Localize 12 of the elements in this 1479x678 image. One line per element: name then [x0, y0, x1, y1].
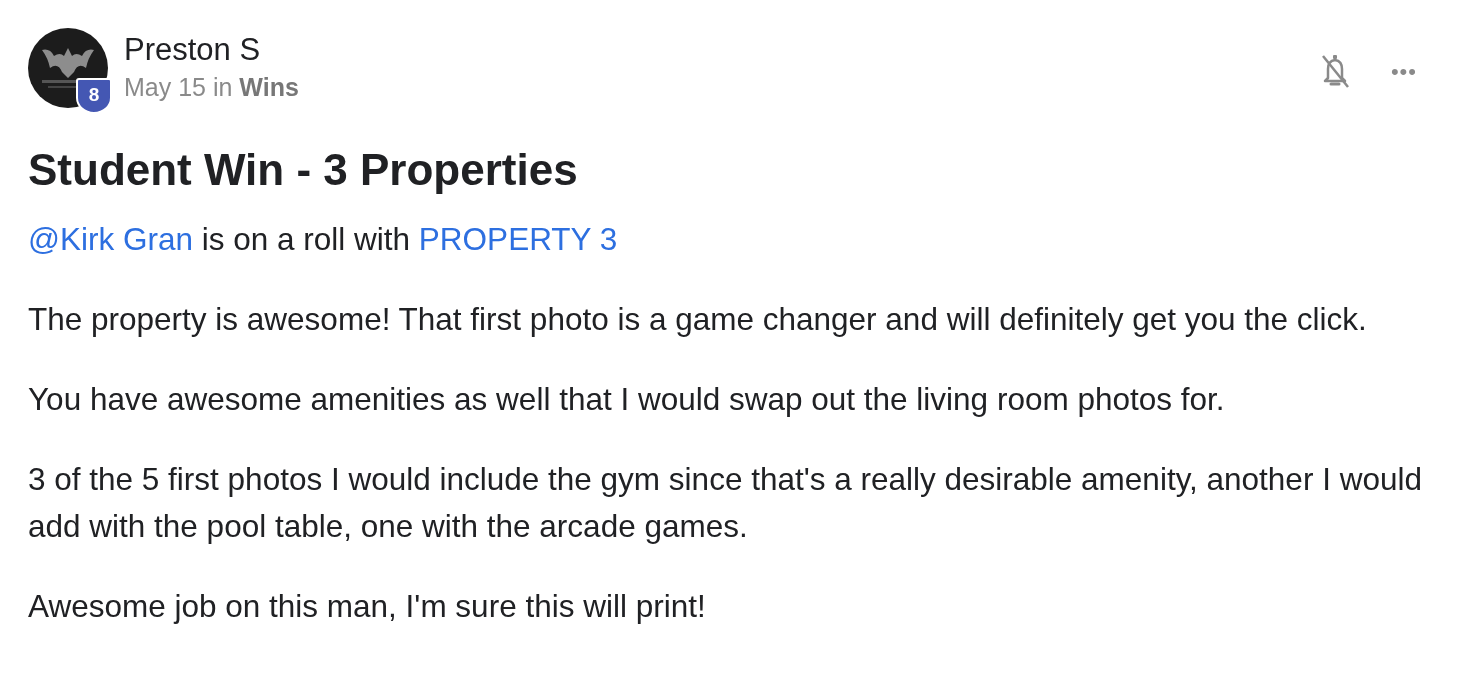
property-link[interactable]: PROPERTY 3	[418, 221, 618, 257]
paragraph: @Kirk Gran is on a roll with PROPERTY 3	[28, 220, 619, 259]
author-name[interactable]: Preston S	[124, 34, 1319, 66]
paragraph: 3 of the 5 first photos I would include the gym since that's a really desirable amenity, another I would add with the pool table, one with the arcade games.	[28, 460, 1423, 546]
level-badge: 8	[76, 78, 112, 114]
paragraph: Awesome job on this man, I'm sure this will print!	[28, 587, 707, 626]
post-title: Student Win - 3 Properties	[28, 146, 579, 194]
more-button[interactable]: •••	[1390, 54, 1417, 88]
mention-link[interactable]: @Kirk Gran	[28, 221, 193, 257]
post-meta: May 15 in Wins	[124, 72, 300, 102]
paragraph: The property is awesome! That first photo is a game changer and will definitely get you the click.	[28, 300, 1368, 339]
paragraph: You have awesome amenities as well that I would swap out the living room photos for.	[28, 380, 1226, 419]
